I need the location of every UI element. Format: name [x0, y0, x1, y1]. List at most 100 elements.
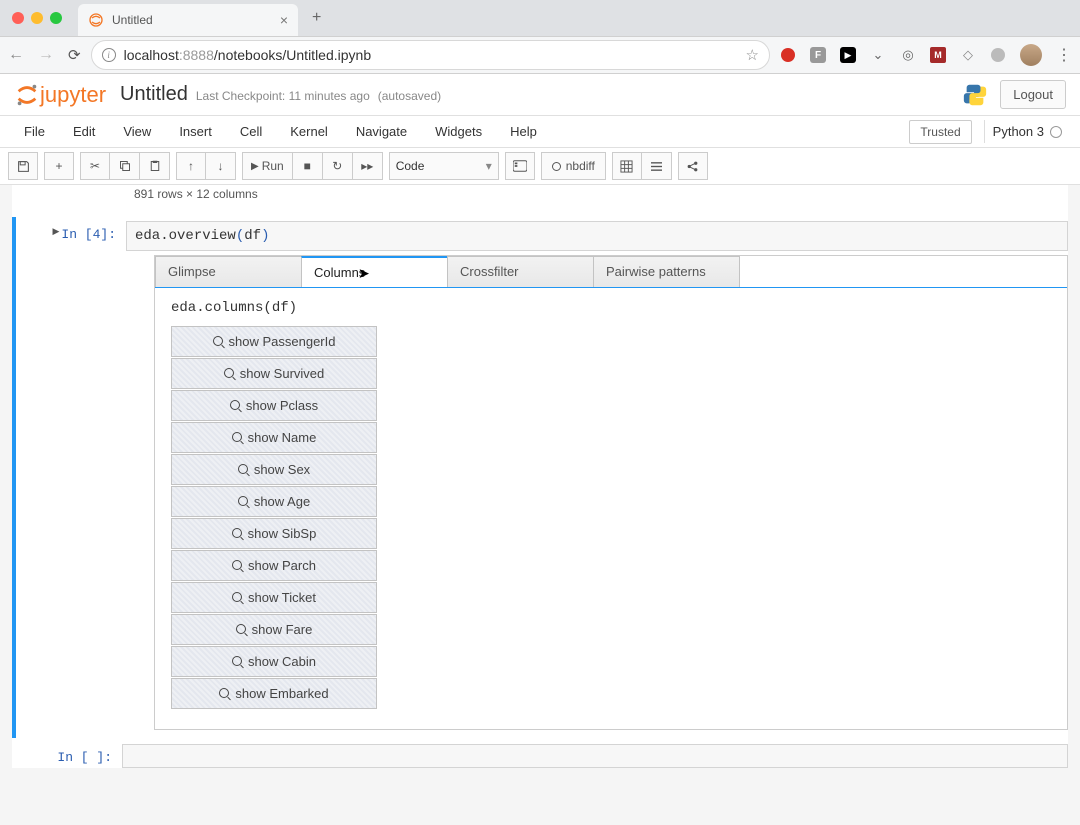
copy-button[interactable]	[110, 152, 140, 180]
pocket-icon[interactable]: ⌄	[870, 47, 886, 63]
show-column-button[interactable]: show Cabin	[171, 646, 377, 677]
minimize-window-icon[interactable]	[31, 12, 43, 24]
menu-widgets[interactable]: Widgets	[421, 116, 496, 147]
kernel-indicator[interactable]: Python 3	[984, 120, 1070, 143]
code-cell[interactable]: ▶In [4]: eda.overview(df) GlimpseColumns…	[12, 217, 1068, 738]
jupyter-logo-icon[interactable]	[14, 82, 40, 108]
jupyter-logo-text[interactable]: jupyter	[40, 82, 106, 108]
restart-button[interactable]: ↻	[323, 152, 353, 180]
tab-title: Untitled	[112, 13, 272, 27]
show-column-label: show Survived	[240, 366, 325, 381]
show-column-button[interactable]: show Survived	[171, 358, 377, 389]
notebook-name[interactable]: Untitled	[120, 83, 188, 106]
python-logo-icon	[962, 82, 988, 108]
new-tab-button[interactable]: +	[304, 5, 329, 31]
extension-icon[interactable]: M	[930, 47, 946, 63]
checkpoint-status: Last Checkpoint: 11 minutes ago	[196, 89, 370, 103]
search-icon	[213, 336, 224, 347]
jupyter-favicon-icon	[88, 12, 104, 28]
search-icon	[236, 624, 247, 635]
save-button[interactable]	[8, 152, 38, 180]
kernel-name: Python 3	[993, 124, 1044, 139]
search-icon	[230, 400, 241, 411]
show-column-label: show Embarked	[235, 686, 328, 701]
dataframe-shape-text: 891 rows × 12 columns	[12, 185, 1068, 211]
tab-columns[interactable]: Columns	[301, 256, 448, 287]
code-cell[interactable]: In [ ]:	[12, 744, 1068, 768]
search-icon	[238, 464, 249, 475]
tab-glimpse[interactable]: Glimpse	[155, 256, 302, 287]
code-input[interactable]: eda.overview(df)	[126, 221, 1068, 251]
extension-icon[interactable]	[990, 47, 1006, 63]
show-column-button[interactable]: show Ticket	[171, 582, 377, 613]
tab-crossfilter[interactable]: Crossfilter	[447, 256, 594, 287]
browser-tab[interactable]: Untitled ×	[78, 4, 298, 36]
show-column-button[interactable]: show Name	[171, 422, 377, 453]
window-controls[interactable]	[12, 12, 62, 24]
show-column-button[interactable]: show Age	[171, 486, 377, 517]
move-up-button[interactable]: ↑	[176, 152, 206, 180]
cell-type-select[interactable]: Code▾	[389, 152, 499, 180]
show-column-button[interactable]: show Pclass	[171, 390, 377, 421]
interrupt-button[interactable]: ■	[293, 152, 323, 180]
menu-edit[interactable]: Edit	[59, 116, 109, 147]
toolbar-button[interactable]	[612, 152, 642, 180]
site-info-icon[interactable]: i	[102, 48, 116, 62]
search-icon	[232, 528, 243, 539]
logout-button[interactable]: Logout	[1000, 80, 1066, 109]
show-column-label: show Pclass	[246, 398, 318, 413]
nbdiff-button[interactable]: nbdiff	[541, 152, 606, 180]
extension-icon[interactable]	[780, 47, 796, 63]
menu-cell[interactable]: Cell	[226, 116, 276, 147]
show-column-label: show SibSp	[248, 526, 317, 541]
extension-icon[interactable]: ▶	[840, 47, 856, 63]
menu-insert[interactable]: Insert	[165, 116, 226, 147]
code-input[interactable]	[122, 744, 1068, 768]
run-button[interactable]: ▶Run	[242, 152, 293, 180]
show-column-button[interactable]: show Sex	[171, 454, 377, 485]
address-bar[interactable]: i localhost:8888/notebooks/Untitled.ipyn…	[91, 40, 770, 70]
cut-button[interactable]: ✂	[80, 152, 110, 180]
profile-avatar[interactable]	[1020, 44, 1042, 66]
maximize-window-icon[interactable]	[50, 12, 62, 24]
show-column-button[interactable]: show Fare	[171, 614, 377, 645]
show-column-button[interactable]: show Parch	[171, 550, 377, 581]
show-column-label: show PassengerId	[229, 334, 336, 349]
input-prompt: ▶In [4]:	[16, 221, 126, 734]
menu-file[interactable]: File	[10, 116, 59, 147]
reload-button[interactable]: ⟳	[68, 46, 81, 64]
move-down-button[interactable]: ↓	[206, 152, 236, 180]
show-column-button[interactable]: show Embarked	[171, 678, 377, 709]
close-window-icon[interactable]	[12, 12, 24, 24]
show-column-label: show Parch	[248, 558, 316, 573]
bookmark-star-icon[interactable]: ☆	[746, 46, 759, 64]
show-column-button[interactable]: show PassengerId	[171, 326, 377, 357]
menu-navigate[interactable]: Navigate	[342, 116, 421, 147]
search-icon	[232, 432, 243, 443]
menu-kernel[interactable]: Kernel	[276, 116, 342, 147]
insert-cell-button[interactable]: +	[44, 152, 74, 180]
show-column-label: show Sex	[254, 462, 310, 477]
paste-button[interactable]	[140, 152, 170, 180]
trusted-indicator[interactable]: Trusted	[909, 120, 971, 144]
command-palette-button[interactable]	[505, 152, 535, 180]
kernel-status-icon	[1050, 126, 1062, 138]
extension-icon[interactable]: F	[810, 47, 826, 63]
extension-icon[interactable]: ◎	[900, 47, 916, 63]
tab-pairwise-patterns[interactable]: Pairwise patterns	[593, 256, 740, 287]
extension-icon[interactable]: ◇	[960, 47, 976, 63]
tab-close-icon[interactable]: ×	[280, 12, 288, 28]
show-column-label: show Cabin	[248, 654, 316, 669]
menu-help[interactable]: Help	[496, 116, 551, 147]
show-column-label: show Fare	[252, 622, 313, 637]
restart-run-all-button[interactable]: ▸▸	[353, 152, 383, 180]
back-button[interactable]: ←	[8, 46, 24, 64]
search-icon	[224, 368, 235, 379]
toolbar-button[interactable]	[642, 152, 672, 180]
share-button[interactable]	[678, 152, 708, 180]
search-icon	[232, 656, 243, 667]
browser-menu-icon[interactable]: ⋮	[1056, 45, 1072, 65]
input-prompt: In [ ]:	[12, 744, 122, 768]
show-column-button[interactable]: show SibSp	[171, 518, 377, 549]
menu-view[interactable]: View	[109, 116, 165, 147]
